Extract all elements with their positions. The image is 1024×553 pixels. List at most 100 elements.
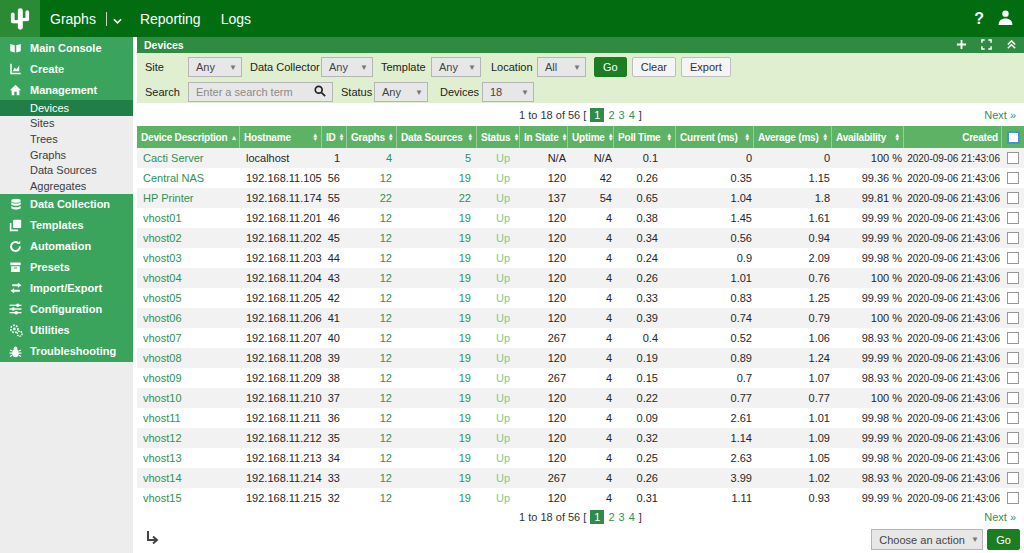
- column-header-data-sources[interactable]: Data Sources▲▼: [397, 126, 477, 148]
- column-header-created[interactable]: Created: [904, 126, 1002, 148]
- cell-ds[interactable]: 19: [397, 168, 477, 188]
- row-checkbox[interactable]: [1007, 392, 1019, 404]
- search-input[interactable]: Enter a search term: [188, 82, 333, 102]
- select-all-checkbox[interactable]: [1007, 131, 1020, 144]
- row-checkbox[interactable]: [1007, 152, 1019, 164]
- cell-ds[interactable]: 22: [397, 188, 477, 208]
- help-icon[interactable]: ?: [974, 10, 984, 28]
- column-header-hostname[interactable]: Hostname▲▼: [240, 126, 322, 148]
- cell-desc[interactable]: vhost05: [137, 288, 240, 308]
- sidebar-item-trees[interactable]: Trees: [0, 131, 133, 147]
- cell-graphs[interactable]: 12: [347, 168, 397, 188]
- cell-graphs[interactable]: 12: [347, 368, 397, 388]
- cell-desc[interactable]: vhost04: [137, 268, 240, 288]
- column-header-average-ms-[interactable]: Average (ms)▲▼: [754, 126, 832, 148]
- cell-desc[interactable]: vhost15: [137, 488, 240, 508]
- cell-graphs[interactable]: 12: [347, 428, 397, 448]
- cell-desc[interactable]: vhost06: [137, 308, 240, 328]
- cell-desc[interactable]: vhost11: [137, 408, 240, 428]
- choose-action-dropdown[interactable]: Choose an action▼: [871, 529, 983, 550]
- column-header-device-description[interactable]: Device Description▲: [137, 126, 240, 148]
- collapse-icon[interactable]: [1006, 39, 1017, 52]
- cacti-logo[interactable]: [0, 0, 40, 37]
- cell-graphs[interactable]: 12: [347, 388, 397, 408]
- go-button[interactable]: Go: [594, 57, 627, 77]
- row-checkbox[interactable]: [1007, 192, 1019, 204]
- column-header-current-ms-[interactable]: Current (ms)▲▼: [676, 126, 754, 148]
- next-page-link[interactable]: Next »: [984, 511, 1016, 523]
- page-link-3[interactable]: 3: [619, 511, 625, 523]
- cell-ds[interactable]: 19: [397, 208, 477, 228]
- row-checkbox[interactable]: [1007, 492, 1019, 504]
- cell-desc[interactable]: vhost14: [137, 468, 240, 488]
- row-checkbox[interactable]: [1007, 372, 1019, 384]
- devices-count-dropdown[interactable]: 18▼: [482, 82, 534, 102]
- cell-graphs[interactable]: 12: [347, 268, 397, 288]
- cell-graphs[interactable]: 12: [347, 488, 397, 508]
- sidebar-item-import-export[interactable]: Import/Export: [0, 278, 133, 299]
- column-header-graphs[interactable]: Graphs▲▼: [347, 126, 397, 148]
- add-device-icon[interactable]: [956, 39, 967, 52]
- cell-desc[interactable]: vhost02: [137, 228, 240, 248]
- cell-graphs[interactable]: 12: [347, 208, 397, 228]
- row-checkbox[interactable]: [1007, 212, 1019, 224]
- row-checkbox[interactable]: [1007, 272, 1019, 284]
- page-link-4[interactable]: 4: [629, 109, 635, 121]
- column-header-id[interactable]: ID▲▼: [322, 126, 347, 148]
- cell-ds[interactable]: 19: [397, 428, 477, 448]
- fullscreen-icon[interactable]: [981, 39, 992, 52]
- cell-ds[interactable]: 19: [397, 328, 477, 348]
- cell-desc[interactable]: vhost01: [137, 208, 240, 228]
- sidebar-item-graphs[interactable]: Graphs: [0, 147, 133, 163]
- cell-graphs[interactable]: 12: [347, 408, 397, 428]
- page-link-2[interactable]: 2: [608, 109, 614, 121]
- cell-desc[interactable]: vhost09: [137, 368, 240, 388]
- menu-graphs[interactable]: Graphs: [40, 11, 106, 27]
- page-link-4[interactable]: 4: [629, 511, 635, 523]
- cell-ds[interactable]: 19: [397, 488, 477, 508]
- cell-graphs[interactable]: 12: [347, 448, 397, 468]
- cell-desc[interactable]: vhost10: [137, 388, 240, 408]
- status-dropdown[interactable]: Any▼: [374, 82, 428, 102]
- menu-reporting[interactable]: Reporting: [130, 11, 211, 27]
- sidebar-item-templates[interactable]: Templates: [0, 215, 133, 236]
- location-dropdown[interactable]: All▼: [537, 57, 586, 77]
- sidebar-item-utilities[interactable]: Utilities: [0, 320, 133, 341]
- chevron-down-icon[interactable]: [113, 12, 122, 28]
- cell-graphs[interactable]: 12: [347, 248, 397, 268]
- site-dropdown[interactable]: Any▼: [188, 57, 242, 77]
- cell-graphs[interactable]: 22: [347, 188, 397, 208]
- row-checkbox[interactable]: [1007, 232, 1019, 244]
- page-link-1[interactable]: 1: [590, 108, 604, 122]
- sidebar-item-troubleshooting[interactable]: Troubleshooting: [0, 341, 133, 362]
- cell-desc[interactable]: vhost12: [137, 428, 240, 448]
- column-header-status[interactable]: Status▲▼: [477, 126, 520, 148]
- sidebar-item-aggregates[interactable]: Aggregates: [0, 178, 133, 194]
- cell-ds[interactable]: 19: [397, 308, 477, 328]
- cell-graphs[interactable]: 12: [347, 348, 397, 368]
- cell-ds[interactable]: 5: [397, 148, 477, 168]
- column-header-uptime[interactable]: Uptime▲▼: [568, 126, 614, 148]
- row-checkbox[interactable]: [1007, 452, 1019, 464]
- cell-graphs[interactable]: 12: [347, 308, 397, 328]
- sidebar-item-configuration[interactable]: Configuration: [0, 299, 133, 320]
- cell-graphs[interactable]: 12: [347, 328, 397, 348]
- row-checkbox[interactable]: [1007, 312, 1019, 324]
- sidebar-item-data-collection[interactable]: Data Collection: [0, 194, 133, 215]
- cell-graphs[interactable]: 4: [347, 148, 397, 168]
- row-checkbox[interactable]: [1007, 292, 1019, 304]
- next-page-link[interactable]: Next »: [984, 109, 1016, 121]
- cell-desc[interactable]: Central NAS: [137, 168, 240, 188]
- row-checkbox[interactable]: [1007, 472, 1019, 484]
- cell-ds[interactable]: 19: [397, 368, 477, 388]
- page-link-3[interactable]: 3: [619, 109, 625, 121]
- cell-ds[interactable]: 19: [397, 248, 477, 268]
- cell-desc[interactable]: vhost07: [137, 328, 240, 348]
- sidebar-item-presets[interactable]: Presets: [0, 257, 133, 278]
- data-collector-dropdown[interactable]: Any▼: [321, 57, 373, 77]
- page-link-2[interactable]: 2: [608, 511, 614, 523]
- sidebar-item-sites[interactable]: Sites: [0, 116, 133, 132]
- menu-logs[interactable]: Logs: [211, 11, 261, 27]
- cell-graphs[interactable]: 12: [347, 228, 397, 248]
- cell-ds[interactable]: 19: [397, 448, 477, 468]
